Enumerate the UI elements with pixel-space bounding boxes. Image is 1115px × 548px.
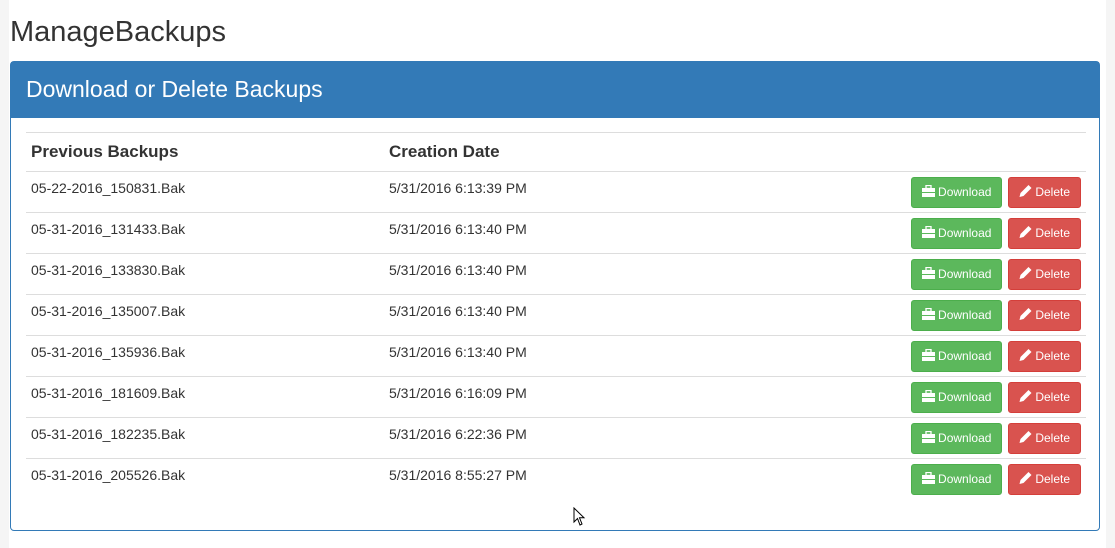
column-header-previous-backups: Previous Backups	[26, 132, 384, 172]
pencil-icon	[1019, 308, 1032, 320]
backup-file-name: 05-31-2016_182235.Bak	[26, 417, 384, 459]
delete-label: Delete	[1035, 185, 1070, 199]
table-row: 05-31-2016_135936.Bak 5/31/2016 6:13:40 …	[26, 335, 1086, 377]
download-label: Download	[938, 226, 992, 240]
backup-file-name: 05-31-2016_135007.Bak	[26, 294, 384, 336]
delete-label: Delete	[1035, 390, 1070, 404]
row-actions: Download Delete	[703, 212, 1086, 254]
backup-creation-date: 5/31/2016 6:16:09 PM	[384, 376, 704, 418]
delete-button[interactable]: Delete	[1008, 341, 1081, 372]
panel-title: Download or Delete Backups	[11, 62, 1099, 118]
download-label: Download	[938, 185, 992, 199]
backup-file-name: 05-31-2016_135936.Bak	[26, 335, 384, 377]
backups-table: Previous Backups Creation Date 05-22-201…	[26, 132, 1086, 499]
row-actions: Download Delete	[703, 171, 1086, 213]
table-row: 05-31-2016_181609.Bak 5/31/2016 6:16:09 …	[26, 376, 1086, 418]
backup-file-name: 05-22-2016_150831.Bak	[26, 171, 384, 213]
download-button[interactable]: Download	[911, 300, 1003, 331]
pencil-icon	[1019, 267, 1032, 279]
download-label: Download	[938, 267, 992, 281]
backup-file-name: 05-31-2016_181609.Bak	[26, 376, 384, 418]
table-row: 05-31-2016_131433.Bak 5/31/2016 6:13:40 …	[26, 212, 1086, 254]
backup-file-name: 05-31-2016_133830.Bak	[26, 253, 384, 295]
row-actions: Download Delete	[703, 459, 1086, 500]
delete-label: Delete	[1035, 226, 1070, 240]
backup-creation-date: 5/31/2016 6:13:39 PM	[384, 171, 704, 213]
delete-button[interactable]: Delete	[1008, 423, 1081, 454]
row-actions: Download Delete	[703, 253, 1086, 295]
pencil-icon	[1019, 349, 1032, 361]
delete-button[interactable]: Delete	[1008, 464, 1081, 495]
download-button[interactable]: Download	[911, 423, 1003, 454]
download-label: Download	[938, 472, 992, 486]
table-row: 05-31-2016_205526.Bak 5/31/2016 8:55:27 …	[26, 459, 1086, 500]
briefcase-icon	[922, 267, 936, 279]
briefcase-icon	[922, 431, 936, 443]
briefcase-icon	[922, 308, 936, 320]
row-actions: Download Delete	[703, 294, 1086, 336]
pencil-icon	[1019, 185, 1032, 197]
delete-button[interactable]: Delete	[1008, 300, 1081, 331]
backup-file-name: 05-31-2016_205526.Bak	[31, 467, 186, 483]
column-header-actions	[703, 132, 1086, 172]
briefcase-icon	[922, 185, 936, 197]
mouse-cursor-icon	[573, 507, 586, 526]
table-row: 05-22-2016_150831.Bak 5/31/2016 6:13:39 …	[26, 171, 1086, 213]
backup-creation-date: 5/31/2016 6:13:40 PM	[384, 212, 704, 254]
download-button[interactable]: Download	[911, 259, 1003, 290]
backup-creation-date: 5/31/2016 8:55:27 PM	[389, 467, 527, 483]
delete-button[interactable]: Delete	[1008, 218, 1081, 249]
row-actions: Download Delete	[703, 376, 1086, 418]
page-gutter-right	[1106, 0, 1115, 548]
row-actions: Download Delete	[703, 335, 1086, 377]
backups-panel: Download or Delete Backups Previous Back…	[10, 61, 1100, 531]
delete-button[interactable]: Delete	[1008, 259, 1081, 290]
backup-file-name: 05-31-2016_131433.Bak	[26, 212, 384, 254]
table-row: 05-31-2016_135007.Bak 5/31/2016 6:13:40 …	[26, 294, 1086, 336]
pencil-icon	[1019, 226, 1032, 238]
column-header-creation-date: Creation Date	[384, 132, 704, 172]
delete-label: Delete	[1035, 472, 1070, 486]
download-button[interactable]: Download	[911, 464, 1003, 495]
delete-label: Delete	[1035, 431, 1070, 445]
page-title: ManageBackups	[10, 16, 227, 48]
download-button[interactable]: Download	[911, 341, 1003, 372]
download-label: Download	[938, 349, 992, 363]
row-actions: Download Delete	[703, 417, 1086, 459]
delete-button[interactable]: Delete	[1008, 382, 1081, 413]
download-label: Download	[938, 390, 992, 404]
delete-label: Delete	[1035, 267, 1070, 281]
download-button[interactable]: Download	[911, 177, 1003, 208]
pencil-icon	[1019, 472, 1032, 484]
delete-button[interactable]: Delete	[1008, 177, 1081, 208]
backup-creation-date: 5/31/2016 6:13:40 PM	[384, 294, 704, 336]
backup-creation-date: 5/31/2016 6:22:36 PM	[384, 417, 704, 459]
briefcase-icon	[922, 390, 936, 402]
download-label: Download	[938, 308, 992, 322]
pencil-icon	[1019, 390, 1032, 402]
backup-creation-date: 5/31/2016 6:13:40 PM	[384, 253, 704, 295]
backup-creation-date: 5/31/2016 6:13:40 PM	[384, 335, 704, 377]
pencil-icon	[1019, 431, 1032, 443]
table-row: 05-31-2016_182235.Bak 5/31/2016 6:22:36 …	[26, 417, 1086, 459]
briefcase-icon	[922, 349, 936, 361]
table-row: 05-31-2016_133830.Bak 5/31/2016 6:13:40 …	[26, 253, 1086, 295]
download-button[interactable]: Download	[911, 382, 1003, 413]
delete-label: Delete	[1035, 349, 1070, 363]
briefcase-icon	[922, 226, 936, 238]
briefcase-icon	[922, 472, 936, 484]
page-gutter-left	[0, 0, 9, 548]
delete-label: Delete	[1035, 308, 1070, 322]
download-label: Download	[938, 431, 992, 445]
download-button[interactable]: Download	[911, 218, 1003, 249]
